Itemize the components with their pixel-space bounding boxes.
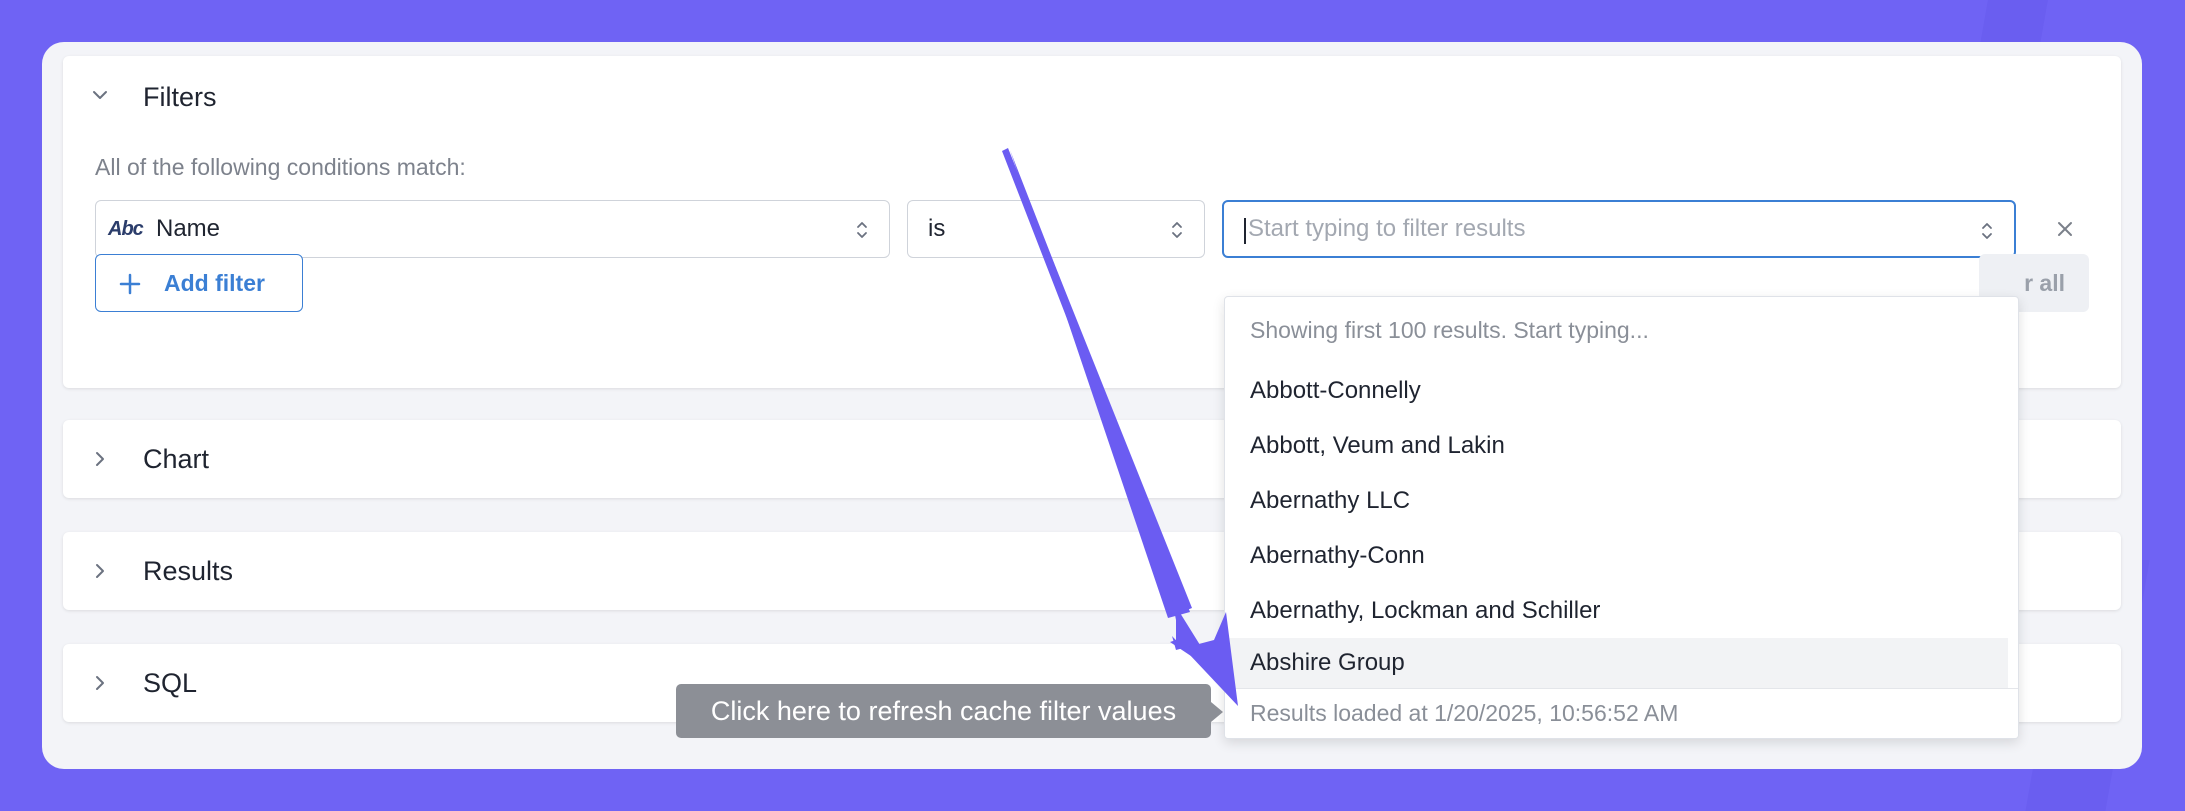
tooltip-pointer (1211, 702, 1223, 722)
field-select-value: Name (156, 215, 221, 242)
chevron-right-icon (91, 674, 109, 692)
dropdown-option[interactable]: Abernathy, Lockman and Schiller (1225, 586, 2010, 636)
chevron-down-icon (91, 86, 109, 104)
sql-title: SQL (143, 668, 198, 698)
value-input-placeholder: Start typing to filter results (1248, 215, 1526, 242)
text-cursor (1244, 218, 1246, 244)
refresh-tooltip: Click here to refresh cache filter value… (676, 684, 1211, 738)
add-filter-label: Add filter (164, 269, 265, 296)
operator-select-value: is (928, 215, 946, 242)
close-icon[interactable] (2054, 218, 2076, 240)
conditions-text: All of the following conditions match: (95, 154, 466, 180)
results-loaded-footer[interactable]: Results loaded at 1/20/2025, 10:56:52 AM (1225, 688, 2018, 738)
plus-icon (118, 272, 142, 296)
chevron-right-icon (91, 562, 109, 580)
filters-header[interactable]: Filters (63, 56, 2121, 134)
field-select[interactable]: Abc Name (95, 200, 890, 258)
dropdown-option[interactable]: Abbott, Veum and Lakin (1225, 421, 2010, 471)
filters-title: Filters (143, 82, 217, 112)
value-dropdown: Showing first 100 results. Start typing.… (1224, 296, 2019, 739)
updown-icon (1980, 220, 1994, 242)
updown-icon (855, 219, 869, 241)
results-title: Results (143, 556, 234, 586)
text-type-icon: Abc (108, 217, 144, 240)
chart-title: Chart (143, 444, 210, 474)
dropdown-option-highlighted[interactable]: Abshire Group (1229, 638, 2008, 688)
clear-all-label: r all (2024, 269, 2065, 296)
dropdown-header: Showing first 100 results. Start typing.… (1250, 317, 1649, 343)
dropdown-option[interactable]: Abbott-Connelly (1225, 366, 2010, 416)
dropdown-option[interactable]: Abernathy LLC (1225, 476, 2010, 526)
add-filter-button[interactable]: Add filter (95, 254, 303, 312)
value-input[interactable]: Start typing to filter results (1222, 200, 2016, 258)
chevron-right-icon (91, 450, 109, 468)
operator-select[interactable]: is (907, 200, 1205, 258)
dropdown-option[interactable]: Abernathy-Conn (1225, 531, 2010, 581)
updown-icon (1170, 219, 1184, 241)
